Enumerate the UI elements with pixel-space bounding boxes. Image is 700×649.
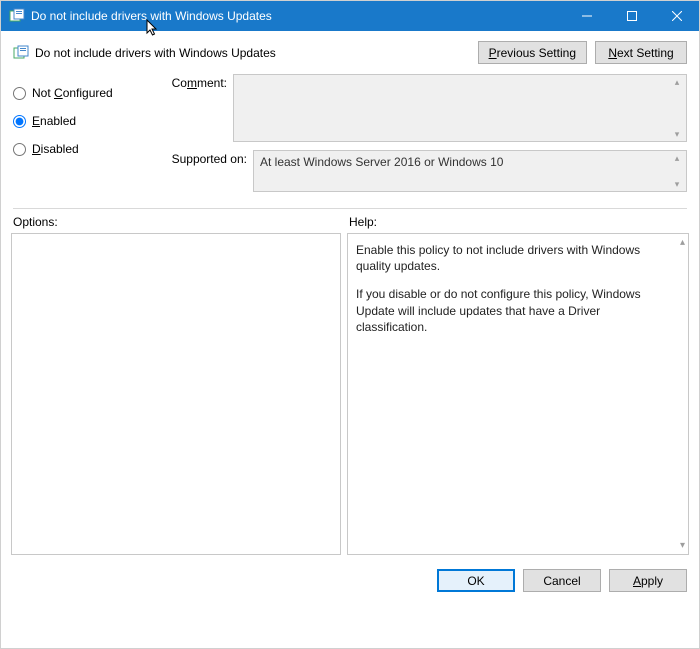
- policy-header: Do not include drivers with Windows Upda…: [1, 31, 699, 70]
- disabled-radio-input[interactable]: [13, 143, 26, 156]
- panels-row: ▴ Enable this policy to not include driv…: [1, 233, 699, 555]
- help-label: Help:: [349, 215, 377, 229]
- comment-textbox[interactable]: ▴ ▾: [233, 74, 687, 142]
- help-panel: ▴ Enable this policy to not include driv…: [347, 233, 689, 555]
- help-paragraph-2: If you disable or do not configure this …: [356, 286, 666, 335]
- supported-row: Supported on: At least Windows Server 20…: [153, 150, 687, 192]
- window-controls: [564, 1, 699, 31]
- enabled-radio[interactable]: Enabled: [13, 114, 153, 128]
- close-button[interactable]: [654, 1, 699, 31]
- supported-label: Supported on:: [153, 150, 253, 166]
- policy-title: Do not include drivers with Windows Upda…: [35, 46, 470, 60]
- panel-labels: Options: Help:: [1, 215, 699, 229]
- enabled-label: Enabled: [32, 114, 76, 128]
- fields-column: Comment: ▴ ▾ Supported on: At least Wind…: [153, 74, 687, 200]
- options-label: Options:: [13, 215, 339, 229]
- previous-setting-button[interactable]: Previous Setting: [478, 41, 587, 64]
- options-panel[interactable]: [11, 233, 341, 555]
- supported-scroll-up-icon[interactable]: ▴: [670, 153, 684, 163]
- not-configured-label: Not Configured: [32, 86, 113, 100]
- comment-value: [234, 75, 686, 83]
- help-scroll-down-icon[interactable]: ▾: [680, 540, 685, 551]
- titlebar: Do not include drivers with Windows Upda…: [1, 1, 699, 31]
- footer: OK Cancel Apply: [1, 555, 699, 604]
- not-configured-radio-input[interactable]: [13, 87, 26, 100]
- window-title: Do not include drivers with Windows Upda…: [31, 9, 564, 23]
- next-setting-button[interactable]: Next Setting: [595, 41, 687, 64]
- supported-textbox: At least Windows Server 2016 or Windows …: [253, 150, 687, 192]
- comment-scroll-down-icon[interactable]: ▾: [670, 129, 684, 139]
- policy-icon: [13, 45, 29, 61]
- maximize-button[interactable]: [609, 1, 654, 31]
- supported-scroll-down-icon[interactable]: ▾: [670, 179, 684, 189]
- group-policy-icon: [9, 8, 25, 24]
- disabled-label: Disabled: [32, 142, 79, 156]
- separator: [13, 208, 687, 209]
- help-scroll-up-icon[interactable]: ▴: [680, 237, 685, 248]
- disabled-radio[interactable]: Disabled: [13, 142, 153, 156]
- help-paragraph-1: Enable this policy to not include driver…: [356, 242, 666, 274]
- comment-row: Comment: ▴ ▾: [153, 74, 687, 142]
- apply-button[interactable]: Apply: [609, 569, 687, 592]
- ok-button[interactable]: OK: [437, 569, 515, 592]
- upper-section: Not Configured Enabled Disabled Comment:…: [1, 70, 699, 200]
- enabled-radio-input[interactable]: [13, 115, 26, 128]
- supported-value: At least Windows Server 2016 or Windows …: [254, 151, 686, 173]
- cancel-button[interactable]: Cancel: [523, 569, 601, 592]
- state-radio-group: Not Configured Enabled Disabled: [13, 74, 153, 200]
- comment-scroll-up-icon[interactable]: ▴: [670, 77, 684, 87]
- comment-label: Comment:: [153, 74, 233, 90]
- help-content: Enable this policy to not include driver…: [348, 234, 688, 355]
- not-configured-radio[interactable]: Not Configured: [13, 86, 153, 100]
- minimize-button[interactable]: [564, 1, 609, 31]
